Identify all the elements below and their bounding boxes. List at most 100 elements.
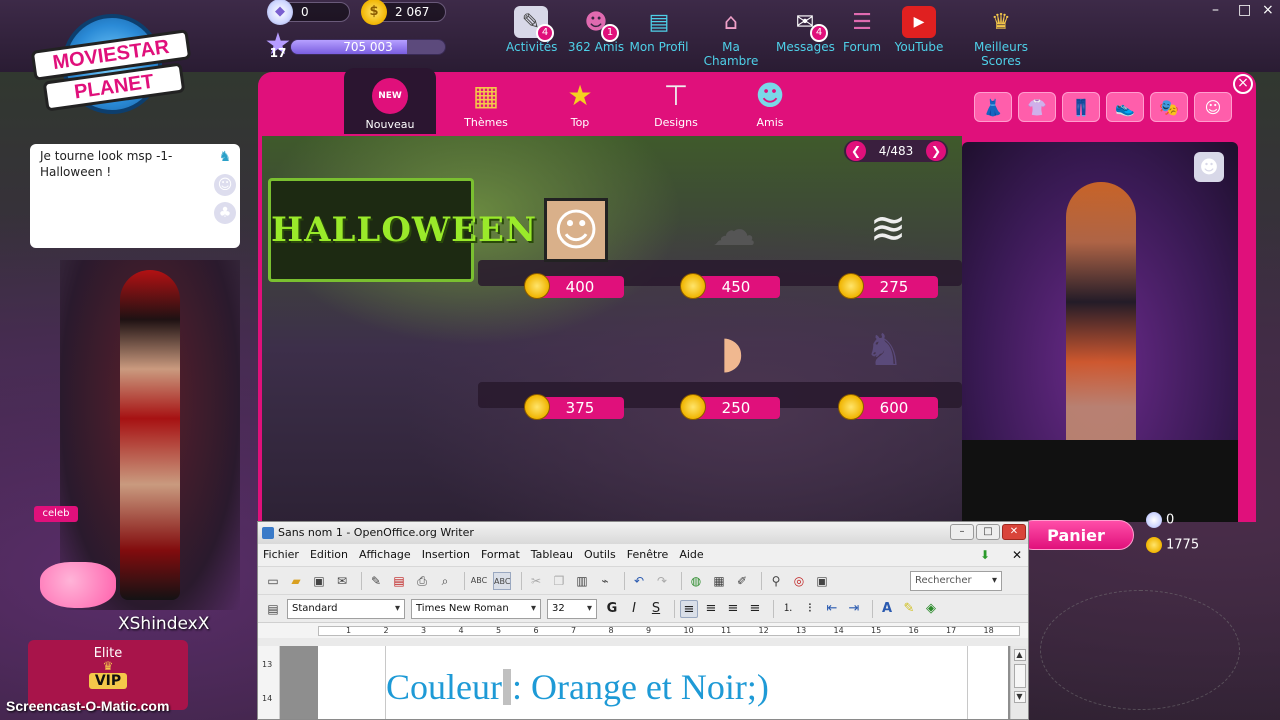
- nav-meilleurs-scores[interactable]: ♛ Meilleurs Scores: [954, 4, 1048, 69]
- menu-affichage[interactable]: Affichage: [359, 544, 411, 566]
- horizontal-ruler[interactable]: 1 2 3 4 5 6 7 8 9 10 11 12 13 14 15 16 17 18: [258, 622, 1028, 638]
- nav-mon-profil[interactable]: ▤ Mon Profil: [628, 4, 690, 55]
- table-icon[interactable]: ▦: [710, 572, 728, 590]
- moviestarplanet-logo[interactable]: MOVIESTAR PLANET: [22, 10, 200, 120]
- tab-amis[interactable]: ☻ Amis: [724, 68, 816, 134]
- bold-button[interactable]: G: [603, 600, 621, 618]
- menu-insertion[interactable]: Insertion: [422, 544, 470, 566]
- align-left-icon[interactable]: ≡: [680, 599, 698, 618]
- maximize-button[interactable]: □: [976, 524, 1000, 540]
- nav-youtube[interactable]: ▶ YouTube: [892, 4, 946, 54]
- starcoin-counter[interactable]: $ 2 067: [361, 0, 446, 25]
- tab-nouveau[interactable]: NEW Nouveau: [344, 68, 436, 134]
- gallery-icon[interactable]: ▣: [813, 572, 831, 590]
- avatar-face-icon[interactable]: ☺: [214, 174, 236, 196]
- spellcheck-icon[interactable]: ABC: [470, 572, 488, 590]
- vertical-scrollbar[interactable]: ▲ ▼: [1010, 646, 1028, 719]
- shop-item-hair-gray[interactable]: ☁: [702, 200, 766, 260]
- search-input[interactable]: Rechercher: [910, 571, 1002, 591]
- player-avatar[interactable]: [60, 260, 240, 610]
- pet-icon[interactable]: ♣: [214, 202, 236, 224]
- font-name-select[interactable]: Times New Roman: [411, 598, 541, 619]
- dress-icon[interactable]: 👗: [974, 92, 1012, 122]
- italic-button[interactable]: I: [625, 600, 643, 618]
- nav-ma-chambre[interactable]: ⌂ Ma Chambre: [696, 4, 766, 69]
- next-page-button[interactable]: ❯: [926, 141, 946, 161]
- menu-aide[interactable]: Aide: [679, 544, 703, 566]
- email-icon[interactable]: ✉: [333, 572, 351, 590]
- shop-close-button[interactable]: ×: [1233, 74, 1253, 94]
- close-window-button[interactable]: ×: [1262, 2, 1274, 18]
- shop-item-striped-hat[interactable]: ≋: [860, 200, 916, 256]
- panier-button[interactable]: Panier: [1018, 520, 1134, 550]
- decrease-indent-icon[interactable]: ⇤: [823, 600, 841, 618]
- styles-formatting-icon[interactable]: ▤: [264, 600, 282, 618]
- paragraph-style-select[interactable]: Standard: [287, 598, 405, 619]
- price-tag[interactable]: 450: [680, 273, 780, 299]
- navigator-icon[interactable]: ◎: [790, 572, 808, 590]
- price-tag[interactable]: 600: [838, 394, 938, 420]
- shop-item-dark-creature[interactable]: ♞: [860, 320, 908, 380]
- scroll-up-icon[interactable]: ▲: [1013, 649, 1026, 661]
- maximize-button[interactable]: □: [1238, 2, 1251, 18]
- friends-icon[interactable]: ☻: [1194, 152, 1224, 182]
- new-document-icon[interactable]: ▭: [264, 572, 282, 590]
- accessory-icon[interactable]: 🎭: [1150, 92, 1188, 122]
- underline-button[interactable]: S: [647, 600, 665, 618]
- find-replace-icon[interactable]: ⚲: [767, 572, 785, 590]
- justify-icon[interactable]: ≡: [746, 600, 764, 618]
- draw-functions-icon[interactable]: ✐: [733, 572, 751, 590]
- piggy-bank-icon[interactable]: [40, 562, 116, 608]
- background-color-icon[interactable]: ◈: [922, 600, 940, 618]
- hair-icon[interactable]: ☺: [1194, 92, 1232, 122]
- close-document-icon[interactable]: ✕: [1012, 544, 1022, 566]
- nav-forum[interactable]: ☰ Forum: [840, 4, 884, 55]
- tab-themes[interactable]: ▦ Thèmes: [440, 68, 532, 134]
- undo-icon[interactable]: ↶: [630, 572, 648, 590]
- print-preview-icon[interactable]: ⌕: [436, 572, 454, 590]
- numbering-icon[interactable]: ⒈: [779, 600, 797, 618]
- nav-messages[interactable]: ✉ 4 Messages: [776, 4, 835, 55]
- highlight-icon[interactable]: ✎: [900, 600, 918, 618]
- scroll-thumb[interactable]: [1013, 664, 1026, 688]
- close-button[interactable]: ✕: [1002, 524, 1026, 540]
- minimize-button[interactable]: –: [950, 524, 974, 540]
- price-tag[interactable]: 275: [838, 273, 938, 299]
- bullets-icon[interactable]: ⁝: [801, 600, 819, 618]
- menu-fenetre[interactable]: Fenêtre: [627, 544, 669, 566]
- align-right-icon[interactable]: ≡: [724, 600, 742, 618]
- nav-amis[interactable]: ☻ 1 362 Amis: [566, 4, 626, 55]
- menu-outils[interactable]: Outils: [584, 544, 616, 566]
- menu-fichier[interactable]: Fichier: [263, 544, 299, 566]
- download-update-icon[interactable]: ⬇: [980, 548, 994, 562]
- price-tag[interactable]: 375: [524, 394, 624, 420]
- hyperlink-icon[interactable]: ◍: [687, 572, 705, 590]
- redo-icon[interactable]: ↷: [653, 572, 671, 590]
- autospellcheck-icon[interactable]: ABC: [493, 571, 511, 590]
- export-pdf-icon[interactable]: ▤: [390, 572, 408, 590]
- document-page[interactable]: Couleur: Orange et Noir;): [318, 646, 1008, 719]
- window-titlebar[interactable]: Sans nom 1 - OpenOffice.org Writer – □ ✕: [258, 522, 1028, 544]
- clone-format-icon[interactable]: ⌁: [596, 572, 614, 590]
- menu-edition[interactable]: Edition: [310, 544, 348, 566]
- paste-icon[interactable]: ▥: [573, 572, 591, 590]
- save-icon[interactable]: ▣: [310, 572, 328, 590]
- edit-file-icon[interactable]: ✎: [367, 572, 385, 590]
- tab-designs[interactable]: ⊤ Designs: [630, 68, 722, 134]
- menu-format[interactable]: Format: [481, 544, 520, 566]
- copy-icon[interactable]: ❐: [550, 572, 568, 590]
- price-tag[interactable]: 400: [524, 273, 624, 299]
- vertical-ruler[interactable]: 13 14: [258, 646, 280, 719]
- tab-top[interactable]: ★ Top: [534, 68, 626, 134]
- minimize-button[interactable]: –: [1212, 2, 1219, 18]
- dance-icon[interactable]: ♞: [214, 146, 236, 168]
- align-center-icon[interactable]: ≡: [702, 600, 720, 618]
- shop-item-elf-ear[interactable]: ◗: [706, 318, 758, 386]
- open-folder-icon[interactable]: ▰: [287, 572, 305, 590]
- cut-icon[interactable]: ✂: [527, 572, 545, 590]
- shoes-icon[interactable]: 👟: [1106, 92, 1144, 122]
- diamond-counter[interactable]: ◆ 0: [267, 0, 350, 25]
- font-size-select[interactable]: 32: [547, 598, 597, 619]
- nav-activites[interactable]: ✎ 4 Activités: [506, 4, 557, 54]
- shop-item-hair-boy[interactable]: ☺: [544, 198, 608, 262]
